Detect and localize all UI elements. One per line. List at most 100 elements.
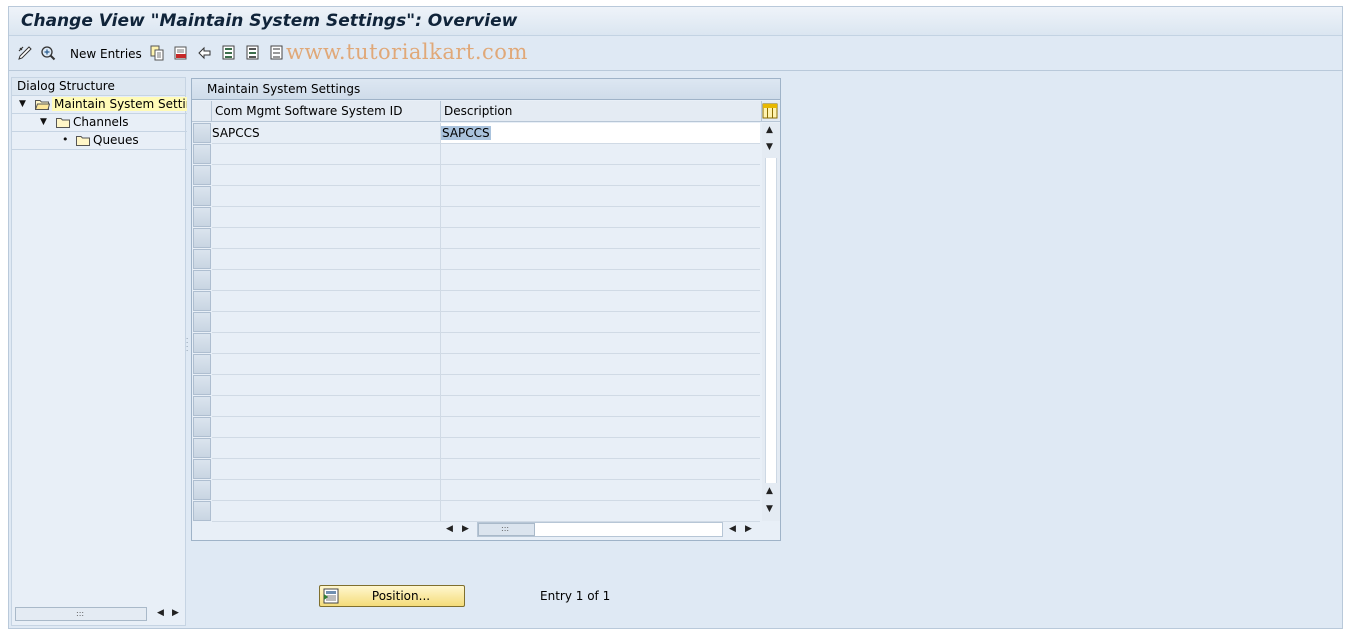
dialog-structure-hscrollbar[interactable]: ::: [15, 607, 147, 621]
column-header-description[interactable]: Description [441, 101, 762, 122]
row-selector[interactable] [193, 375, 211, 395]
column-header-system-id[interactable]: Com Mgmt Software System ID [212, 101, 441, 122]
table-vscrollbar[interactable]: ▲ ▼ ▲ ▼ [762, 123, 780, 521]
folder-icon [56, 118, 70, 128]
table-row [212, 480, 760, 501]
cell-description[interactable] [441, 207, 760, 227]
cell-description[interactable] [441, 165, 760, 185]
cell-description[interactable] [441, 333, 760, 353]
cell-description[interactable] [441, 354, 760, 374]
details-icon[interactable] [40, 45, 56, 61]
cell-system-id[interactable] [212, 375, 441, 395]
undo-change-icon[interactable] [197, 45, 213, 61]
cell-description[interactable] [441, 312, 760, 332]
select-block-icon[interactable] [245, 45, 261, 61]
cell-description[interactable] [441, 396, 760, 416]
dialog-structure-scroll-arrows: ◀ ▶ [155, 607, 183, 621]
scroll-right-icon[interactable]: ▶ [745, 524, 752, 534]
table-row [212, 228, 760, 249]
row-selector[interactable] [193, 480, 211, 500]
row-selector[interactable] [193, 228, 211, 248]
row-selector[interactable] [193, 438, 211, 458]
cell-description[interactable] [441, 480, 760, 500]
row-selector[interactable] [193, 249, 211, 269]
scroll-left-icon[interactable]: ◀ [157, 608, 164, 618]
cell-system-id[interactable] [212, 396, 441, 416]
select-all-icon[interactable] [221, 45, 237, 61]
panel-splitter[interactable]: · · · · [186, 336, 189, 355]
scroll-page-up-icon[interactable]: ▲ [766, 486, 773, 496]
deselect-all-icon[interactable] [269, 45, 285, 61]
cell-description[interactable] [441, 438, 760, 458]
row-selector[interactable] [193, 396, 211, 416]
row-selector[interactable] [193, 354, 211, 374]
scroll-up-icon[interactable]: ▲ [766, 125, 773, 135]
expand-triangle-icon[interactable]: ▼ [40, 117, 47, 127]
cell-system-id[interactable] [212, 291, 441, 311]
cell-description[interactable]: SAPCCS [441, 123, 760, 143]
cell-system-id[interactable] [212, 480, 441, 500]
row-selector[interactable] [193, 144, 211, 164]
sap-window: Change View "Maintain System Settings": … [8, 6, 1343, 629]
hscroll-thumb[interactable]: ::: [478, 523, 535, 536]
table-settings-icon[interactable] [762, 103, 778, 119]
cell-system-id[interactable] [212, 144, 441, 164]
cell-description[interactable] [441, 501, 760, 521]
hscroll-track[interactable]: ::: [477, 522, 723, 537]
cell-system-id[interactable] [212, 333, 441, 353]
cell-description[interactable] [441, 228, 760, 248]
cell-description[interactable] [441, 186, 760, 206]
change-display-icon[interactable] [17, 45, 33, 61]
cell-system-id[interactable] [212, 438, 441, 458]
tree-item-maintain-system-settings[interactable]: ▼ Maintain System Setting [12, 96, 187, 114]
cell-description[interactable] [441, 144, 760, 164]
row-selector[interactable] [193, 333, 211, 353]
tree-item-queues[interactable]: • Queues [12, 132, 187, 150]
tree-item-channels[interactable]: ▼ Channels [12, 114, 187, 132]
scroll-left-icon[interactable]: ◀ [729, 524, 736, 534]
scroll-right-icon[interactable]: ▶ [462, 524, 469, 534]
cell-system-id[interactable] [212, 249, 441, 269]
row-selector[interactable] [193, 186, 211, 206]
cell-system-id[interactable] [212, 186, 441, 206]
scroll-right-icon[interactable]: ▶ [172, 608, 179, 618]
row-selector[interactable] [193, 165, 211, 185]
scroll-track[interactable] [765, 158, 777, 483]
new-entries-button[interactable]: New Entries [70, 47, 142, 61]
expand-triangle-icon[interactable]: ▼ [19, 99, 26, 109]
cell-system-id[interactable] [212, 228, 441, 248]
scroll-down-icon[interactable]: ▼ [766, 504, 773, 514]
position-button[interactable]: Position... [319, 585, 465, 607]
row-selector[interactable] [193, 417, 211, 437]
row-selector[interactable] [193, 123, 211, 143]
select-all-rows-cell[interactable] [192, 101, 212, 122]
row-selector[interactable] [193, 501, 211, 521]
cell-system-id[interactable]: SAPCCS [212, 123, 441, 143]
cell-system-id[interactable] [212, 354, 441, 374]
table-row [212, 417, 760, 438]
cell-system-id[interactable] [212, 165, 441, 185]
table-row [212, 207, 760, 228]
cell-system-id[interactable] [212, 417, 441, 437]
scroll-left-icon[interactable]: ◀ [446, 524, 453, 534]
cell-description[interactable] [441, 417, 760, 437]
row-selector[interactable] [193, 312, 211, 332]
row-selector[interactable] [193, 270, 211, 290]
cell-description[interactable] [441, 249, 760, 269]
row-selector[interactable] [193, 207, 211, 227]
row-selector[interactable] [193, 459, 211, 479]
cell-system-id[interactable] [212, 501, 441, 521]
cell-description[interactable] [441, 459, 760, 479]
cell-description[interactable] [441, 375, 760, 395]
row-selector[interactable] [193, 291, 211, 311]
application-toolbar: New Entries www.tutorialkart.com [9, 37, 1342, 71]
cell-description[interactable] [441, 291, 760, 311]
cell-system-id[interactable] [212, 270, 441, 290]
cell-description[interactable] [441, 270, 760, 290]
cell-system-id[interactable] [212, 459, 441, 479]
scroll-page-down-icon[interactable]: ▼ [766, 142, 773, 152]
cell-system-id[interactable] [212, 312, 441, 332]
delete-icon[interactable] [173, 45, 189, 61]
cell-system-id[interactable] [212, 207, 441, 227]
copy-as-icon[interactable] [149, 45, 165, 61]
